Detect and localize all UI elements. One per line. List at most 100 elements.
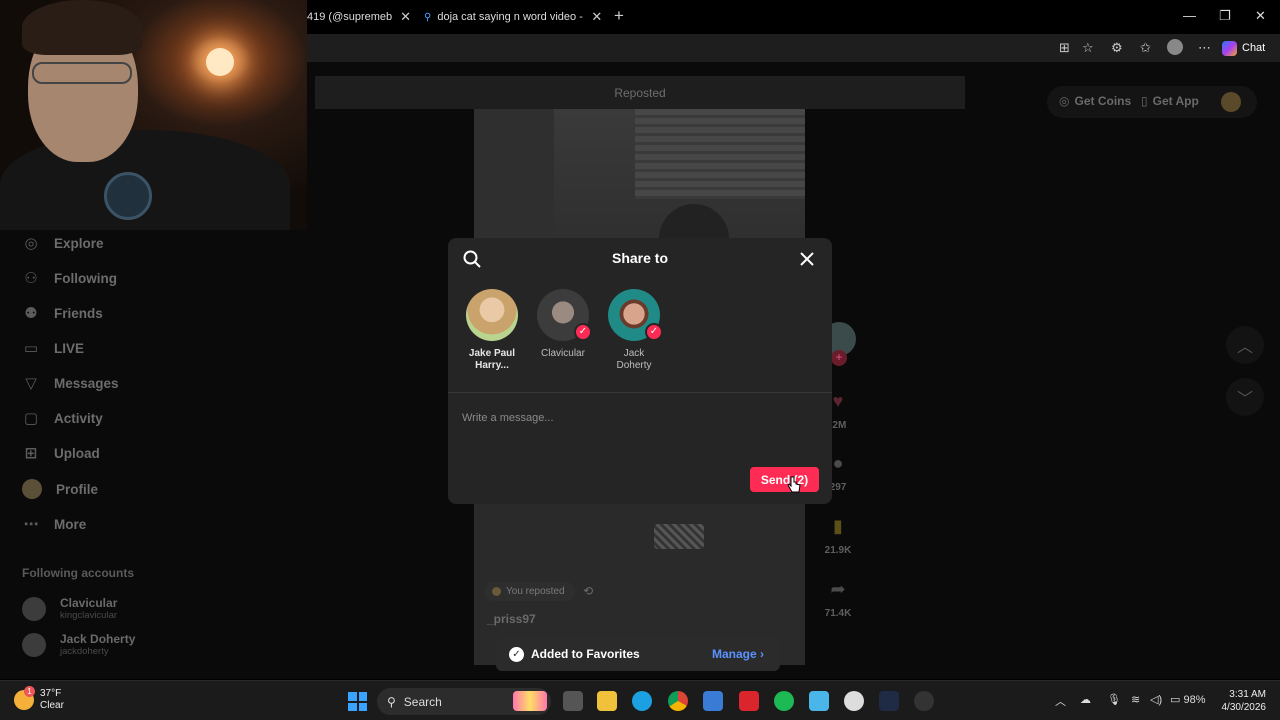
chevron-up-icon: ︿ bbox=[1236, 339, 1253, 356]
favorite-star-icon[interactable]: ☆ bbox=[1082, 40, 1094, 56]
screen: 419 (@supremeblue ✕ ⚲ doja cat saying n … bbox=[0, 0, 1280, 720]
more-menu-icon[interactable]: ⋯ bbox=[1198, 40, 1211, 56]
start-button[interactable] bbox=[348, 692, 367, 711]
previous-video-button[interactable]: ︿ bbox=[1226, 326, 1264, 364]
extensions-icon[interactable]: ⚙ bbox=[1111, 40, 1123, 56]
video-author[interactable]: _priss97 bbox=[487, 612, 536, 626]
browser-tab-active[interactable]: ⚲ doja cat saying n word video - Sea ✕ bbox=[424, 5, 604, 29]
battery-percent: 98% bbox=[1183, 694, 1206, 706]
more-icon: ⋯ bbox=[23, 516, 39, 533]
task-view-icon[interactable] bbox=[563, 691, 583, 711]
avatar bbox=[492, 587, 501, 596]
following-icon: ⚇ bbox=[24, 270, 38, 287]
wifi-icon[interactable]: ≋ bbox=[1131, 693, 1140, 706]
comment-count: 297 bbox=[829, 482, 847, 493]
spotify-icon[interactable] bbox=[774, 691, 794, 711]
search-label: Search bbox=[403, 694, 442, 709]
repost-banner: Reposted bbox=[315, 76, 965, 109]
save-button[interactable]: ▮ 21.9K bbox=[818, 515, 858, 556]
next-video-button[interactable]: ﹀ bbox=[1226, 378, 1264, 416]
weather-temp: 37°F bbox=[40, 688, 62, 699]
contact-name: Jack bbox=[623, 348, 645, 359]
app-l-icon[interactable] bbox=[739, 691, 759, 711]
sidebar-item-live[interactable]: ▭ LIVE bbox=[22, 336, 84, 360]
window-close-icon[interactable]: ✕ bbox=[1255, 8, 1266, 24]
sidebar-item-activity[interactable]: ▢ Activity bbox=[22, 406, 103, 430]
sidebar-label: Following bbox=[54, 270, 117, 286]
speaker-icon[interactable]: ◁) bbox=[1150, 693, 1162, 706]
share-button[interactable]: ➦ 71.4K bbox=[818, 578, 858, 619]
close-icon[interactable] bbox=[798, 250, 816, 268]
chat-label: Chat bbox=[1242, 42, 1266, 54]
steam-icon[interactable] bbox=[879, 691, 899, 711]
you-reposted-label: You reposted bbox=[506, 586, 565, 597]
favorites-icon[interactable]: ✩ bbox=[1140, 40, 1151, 56]
store-icon[interactable] bbox=[703, 691, 723, 711]
like-count: .2M bbox=[829, 420, 847, 431]
share-contact[interactable]: ✓ Jack Doherty bbox=[604, 289, 664, 372]
sidebar-label: Profile bbox=[56, 481, 99, 497]
battery-indicator[interactable]: ▭ 98% bbox=[1170, 693, 1205, 706]
manage-link[interactable]: Manage › bbox=[712, 647, 764, 661]
live-icon: ▭ bbox=[23, 340, 39, 357]
user-avatar[interactable] bbox=[1221, 92, 1241, 112]
sidebar-item-explore[interactable]: ◎ Explore bbox=[22, 231, 103, 255]
profile-icon[interactable] bbox=[1167, 39, 1183, 55]
microphone-icon[interactable]: 🎙 bbox=[1107, 693, 1121, 706]
sidebar-label: Activity bbox=[54, 410, 103, 426]
clock[interactable]: 3:31 AM 4/30/2026 bbox=[1216, 688, 1267, 714]
modal-title: Share to bbox=[611, 250, 668, 266]
sidebar-item-following[interactable]: ⚇ Following bbox=[22, 266, 117, 290]
following-account-item[interactable]: Jack Doherty jackdoherty bbox=[22, 632, 135, 657]
sidebar-item-messages[interactable]: ▽ Messages bbox=[22, 371, 118, 395]
weather-desc: Clear bbox=[40, 700, 64, 711]
webcam-glasses bbox=[32, 62, 132, 84]
share-modal: Share to Jake Paul Harry... ✓ Clavicular… bbox=[448, 238, 832, 504]
sidebar-item-profile[interactable]: Profile bbox=[22, 477, 98, 501]
follow-plus-icon[interactable]: + bbox=[831, 350, 847, 366]
minimize-icon[interactable]: — bbox=[1183, 8, 1196, 23]
following-account-item[interactable]: Clavicular kingclavicular bbox=[22, 596, 117, 621]
close-icon[interactable]: ✕ bbox=[591, 9, 602, 25]
app-available-icon[interactable]: ⊞ bbox=[1059, 40, 1070, 56]
weather-widget[interactable]: 1 37°F Clear bbox=[14, 686, 64, 712]
sidebar-item-upload[interactable]: ⊞ Upload bbox=[22, 441, 100, 465]
contact-name-line2: Harry... bbox=[475, 360, 509, 371]
checkmark-icon: ✓ bbox=[645, 323, 663, 341]
notification-badge: 1 bbox=[24, 686, 35, 697]
favorites-toast: ✓ Added to Favorites Manage › bbox=[496, 637, 780, 671]
clock-time: 3:31 AM bbox=[1229, 689, 1266, 700]
share-contact[interactable]: Jake Paul Harry... bbox=[462, 289, 522, 372]
contact-avatar: ✓ bbox=[608, 289, 663, 341]
chevron-up-icon[interactable]: ︿ bbox=[1055, 693, 1066, 709]
send-button[interactable]: Send (2) bbox=[750, 467, 819, 492]
chrome-icon[interactable] bbox=[668, 691, 688, 711]
get-coins-link[interactable]: ◎ Get Coins bbox=[1059, 94, 1131, 108]
restore-icon[interactable]: ❐ bbox=[1219, 8, 1231, 24]
edge-icon[interactable] bbox=[632, 691, 652, 711]
contact-name: Jake Paul bbox=[468, 348, 516, 359]
repost-icon[interactable]: ⟲ bbox=[583, 584, 593, 598]
manage-label: Manage bbox=[712, 647, 757, 661]
share-contact[interactable]: ✓ Clavicular bbox=[533, 289, 593, 360]
new-tab-icon[interactable]: + bbox=[614, 6, 624, 26]
profile-avatar bbox=[22, 479, 42, 499]
chevron-down-icon: ﹀ bbox=[1236, 391, 1253, 408]
sidebar-item-more[interactable]: ⋯ More bbox=[22, 512, 87, 536]
app-fox-icon[interactable] bbox=[844, 691, 864, 711]
avatar bbox=[22, 632, 46, 657]
copilot-chat-button[interactable]: Chat bbox=[1222, 38, 1265, 58]
address-bar[interactable] bbox=[307, 34, 1280, 62]
close-icon[interactable]: ✕ bbox=[400, 9, 411, 25]
get-app-link[interactable]: ▯ Get App bbox=[1141, 94, 1199, 108]
message-input[interactable] bbox=[462, 409, 818, 427]
onedrive-icon[interactable]: ☁ bbox=[1080, 693, 1091, 706]
phone-icon: ▯ bbox=[1141, 94, 1148, 108]
sidebar-label: More bbox=[54, 516, 87, 532]
notepad-icon[interactable] bbox=[809, 691, 829, 711]
sidebar-item-friends[interactable]: ⚉ Friends bbox=[22, 301, 103, 325]
app-ring-icon[interactable] bbox=[914, 691, 934, 711]
file-explorer-icon[interactable] bbox=[597, 691, 617, 711]
browser-tab[interactable]: 419 (@supremeblue ✕ bbox=[307, 5, 411, 29]
account-name: Jack Doherty bbox=[60, 632, 136, 646]
